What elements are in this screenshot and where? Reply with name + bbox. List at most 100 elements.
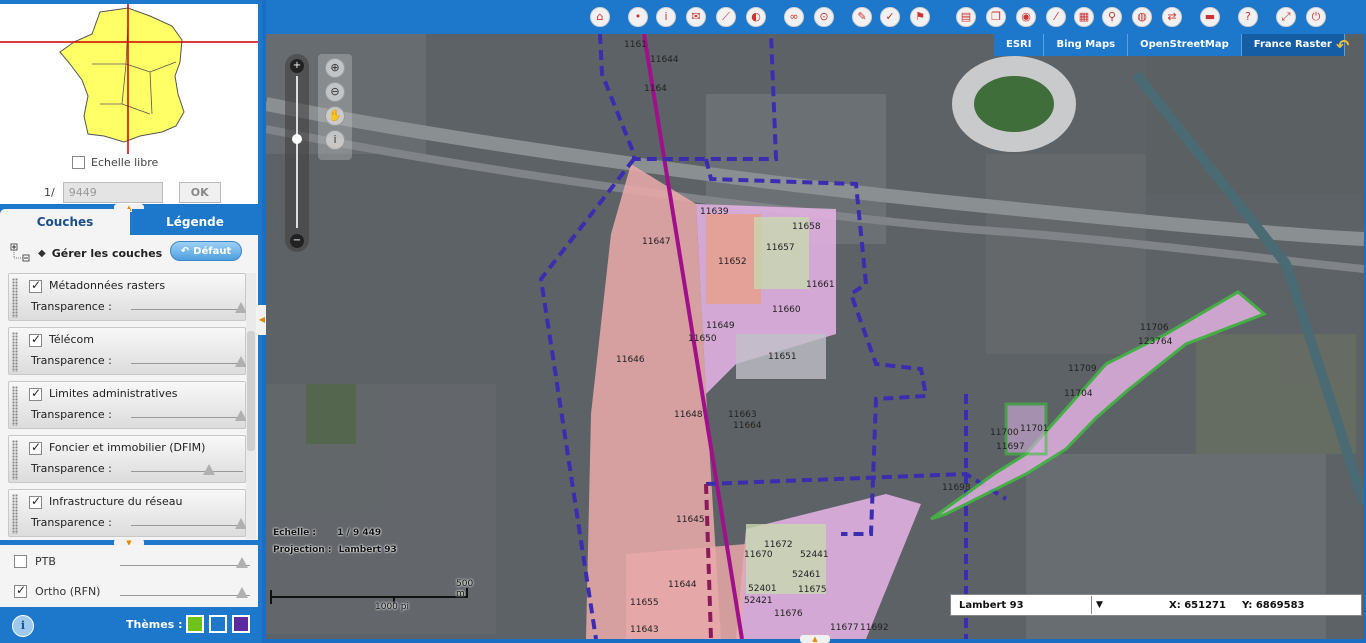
scale-ratio-row: 1/ 9449 OK	[44, 182, 221, 203]
zoom-box-icon[interactable]: ⊕	[325, 58, 345, 78]
zoom-control[interactable]: + −	[285, 54, 309, 252]
overview-map[interactable]: Echelle libre 1/ 9449 OK	[0, 4, 258, 204]
base-layer-row[interactable]: PTB	[14, 555, 56, 568]
home-icon[interactable]: ⌂	[590, 7, 610, 27]
flag-icon[interactable]: ⚑	[910, 7, 930, 27]
pen-icon[interactable]: ✎	[852, 7, 872, 27]
slider-thumb[interactable]	[236, 557, 248, 568]
draw-icon[interactable]: ◐	[746, 7, 766, 27]
ruler-icon[interactable]: ⁄	[1046, 7, 1066, 27]
parcel-label: 11644	[650, 55, 679, 65]
free-scale-checkbox[interactable]	[72, 156, 85, 169]
basemap-esri[interactable]: ESRI	[994, 34, 1045, 56]
drag-handle[interactable]	[12, 278, 18, 318]
search-map-icon[interactable]: ⊙	[814, 7, 834, 27]
basemap-france-raster[interactable]: France Raster	[1241, 34, 1345, 56]
base-layer-checkbox[interactable]	[14, 583, 27, 598]
base-layer-row[interactable]: Ortho (RFN)	[14, 583, 100, 598]
tab-legend[interactable]: Légende	[132, 209, 258, 235]
theme-swatch-purple[interactable]	[232, 615, 250, 633]
basemap-bing[interactable]: Bing Maps	[1044, 34, 1129, 56]
layers-icon[interactable]: ❐	[986, 7, 1006, 27]
layer-checkbox[interactable]	[29, 440, 42, 455]
info-icon[interactable]: i	[12, 615, 34, 637]
info-icon[interactable]: i	[325, 130, 345, 150]
parcel-label: 52441	[800, 550, 829, 560]
zoom-in-icon[interactable]: +	[290, 59, 304, 73]
layer-checkbox[interactable]	[29, 494, 42, 509]
base-layer-slider[interactable]	[120, 595, 250, 596]
binoculars-icon[interactable]: ∞	[784, 7, 804, 27]
tab-layers[interactable]: Couches	[0, 209, 130, 235]
slider-thumb[interactable]	[203, 464, 215, 475]
theme-swatch-blue[interactable]	[209, 615, 227, 633]
scrollbar-thumb[interactable]	[247, 331, 255, 451]
parcel-label: 11650	[688, 334, 717, 344]
drag-handle[interactable]	[12, 386, 18, 426]
layer-item[interactable]: Télécom Transparence :	[8, 327, 247, 375]
power-icon[interactable]: ⏻	[1306, 7, 1326, 27]
transparency-slider[interactable]	[131, 471, 243, 472]
parcel-label: 52421	[744, 596, 773, 606]
layer-item[interactable]: Infrastructure du réseau Transparence :	[8, 489, 247, 537]
parcel-label: 11647	[642, 237, 671, 247]
pan-hand-icon[interactable]: ✋	[325, 106, 345, 126]
layer-checkbox[interactable]	[29, 332, 42, 347]
ok-button[interactable]: OK	[178, 182, 221, 203]
transparency-slider[interactable]	[131, 417, 243, 418]
print-icon[interactable]: ▤	[956, 7, 976, 27]
share-icon[interactable]: ⇄	[1162, 7, 1182, 27]
theme-swatch-green[interactable]	[186, 615, 204, 633]
parcel-label: 11709	[1068, 364, 1097, 374]
transparency-slider[interactable]	[131, 525, 243, 526]
dropdown-arrow-icon[interactable]: ▼	[1091, 595, 1107, 614]
map-canvas[interactable]	[266, 34, 1364, 639]
pin-icon[interactable]: ⚲	[1102, 7, 1122, 27]
transparency-slider[interactable]	[131, 309, 243, 310]
basemap-osm[interactable]: OpenStreetMap	[1128, 34, 1242, 56]
layer-name: Limites administratives	[49, 387, 178, 400]
map-bottom-handle[interactable]: ▲	[800, 635, 830, 643]
info-icon[interactable]: i	[656, 7, 676, 27]
drag-handle[interactable]	[12, 440, 18, 480]
undo-arrow-icon[interactable]: ↶	[1336, 36, 1349, 55]
camera-icon[interactable]: ◉	[1016, 7, 1036, 27]
layer-item[interactable]: Métadonnées rasters Transparence :	[8, 273, 247, 321]
default-button[interactable]: ↶ Défaut	[170, 241, 242, 261]
layer-checkbox[interactable]	[29, 278, 42, 293]
layer-checkbox[interactable]	[29, 386, 42, 401]
parcel-label: 1164	[644, 84, 667, 94]
drag-handle[interactable]	[12, 332, 18, 372]
layer-tree-icon	[10, 243, 32, 263]
zoom-handle[interactable]	[292, 134, 302, 144]
layer-item[interactable]: Foncier et immobilier (DFIM) Transparenc…	[8, 435, 246, 483]
base-layer-checkbox[interactable]	[14, 555, 27, 568]
comment-icon[interactable]: ✉	[686, 7, 706, 27]
scale-ratio-input[interactable]: 9449	[62, 182, 163, 203]
transparency-label: Transparence :	[31, 516, 112, 529]
themes-bar: i Thèmes :	[0, 609, 258, 643]
zoom-back-icon[interactable]: ⊖	[325, 82, 345, 102]
compass-icon[interactable]: •	[628, 7, 648, 27]
transparency-slider[interactable]	[131, 363, 243, 364]
projection-select[interactable]: Lambert 93 ▼	[951, 595, 1111, 614]
scale-label: Echelle :	[273, 528, 317, 538]
help-icon[interactable]: ?	[1238, 7, 1258, 27]
train-icon[interactable]: ▬	[1200, 7, 1220, 27]
zoom-out-icon[interactable]: −	[290, 234, 304, 248]
base-layer-slider[interactable]	[120, 565, 250, 566]
zoom-track[interactable]	[296, 76, 298, 228]
free-scale-row[interactable]: Echelle libre	[72, 156, 158, 169]
fullscreen-icon[interactable]: ⤢	[1276, 7, 1296, 27]
check-icon[interactable]: ✓	[880, 7, 900, 27]
grid-icon[interactable]: ▦	[1074, 7, 1094, 27]
drag-handle[interactable]	[12, 494, 18, 534]
measure-icon[interactable]: ⟋	[716, 7, 736, 27]
layer-item[interactable]: Limites administratives Transparence :	[8, 381, 247, 429]
slider-thumb[interactable]	[236, 587, 248, 598]
manage-layers[interactable]: ◆ Gérer les couches	[10, 243, 162, 263]
globe-icon[interactable]: ◍	[1132, 7, 1152, 27]
layers-scrollbar[interactable]	[246, 273, 256, 539]
parcel-label: 52401	[748, 584, 777, 594]
panel-collapse-handle[interactable]: ◀	[258, 305, 266, 335]
